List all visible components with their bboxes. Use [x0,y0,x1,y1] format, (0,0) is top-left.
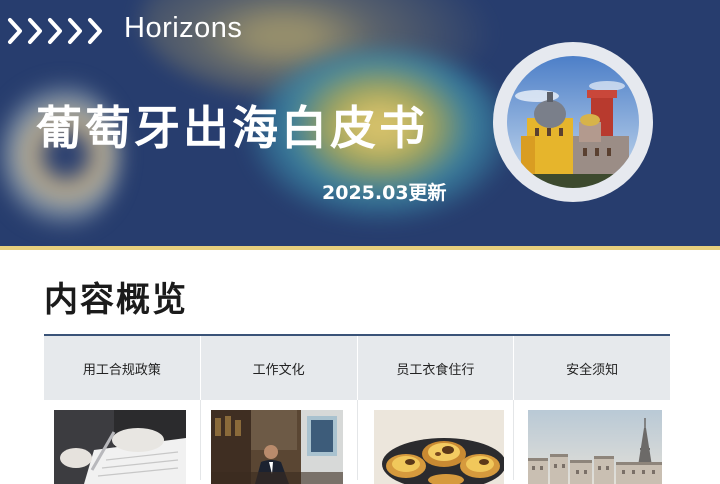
section-title: 内容概览 [44,280,188,320]
tab-work-culture[interactable]: 工作文化 [201,336,358,400]
page-title: 葡萄牙出海白皮书 [36,101,428,155]
overview-tabs: 用工合规政策 工作文化 员工衣食住行 安全须知 [44,336,670,400]
update-date: 2025.03更新 [322,182,447,204]
tab-safety-notice[interactable]: 安全须知 [514,336,670,400]
banner-divider [0,246,720,250]
document-signing-photo [54,410,186,484]
overview-cards [44,400,670,484]
pena-palace-photo [507,56,639,188]
card-compliance[interactable] [44,400,201,484]
logo-chevrons-icon [6,14,118,48]
card-work-culture[interactable] [201,400,358,484]
paris-skyline-photo [528,410,663,484]
card-living[interactable] [358,400,515,484]
brand-name: Horizons [124,12,243,44]
pastel-de-nata-photo [373,410,504,484]
tab-employee-living[interactable]: 员工衣食住行 [358,336,515,400]
card-safety[interactable] [514,400,670,484]
hero-banner: Horizons 葡萄牙出海白皮书 2025.03更新 [0,0,720,246]
office-meeting-photo [210,410,343,484]
tab-compliance-policy[interactable]: 用工合规政策 [44,336,201,400]
